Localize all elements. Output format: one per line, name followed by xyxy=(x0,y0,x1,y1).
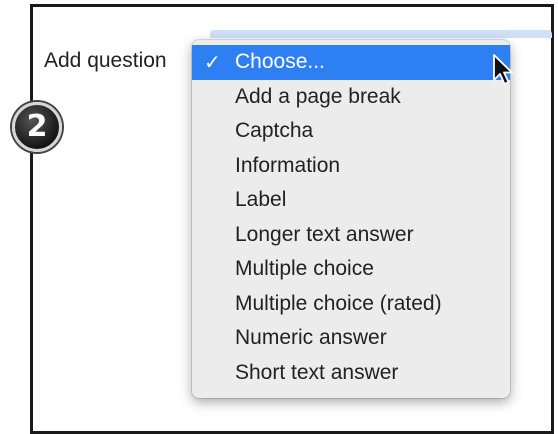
menu-item-captcha[interactable]: Captcha xyxy=(192,114,510,149)
menu-item-information[interactable]: Information xyxy=(192,149,510,184)
add-question-label: Add question xyxy=(44,49,167,72)
menu-item-multiple-choice[interactable]: Multiple choice xyxy=(192,252,510,287)
menu-item-numeric-answer[interactable]: Numeric answer xyxy=(192,321,510,356)
menu-item-label: Numeric answer xyxy=(235,326,387,349)
menu-item-label: Longer text answer xyxy=(235,222,414,246)
menu-item-label: Multiple choice (rated) xyxy=(235,291,442,315)
menu-item-choose[interactable]: ✓ Choose... xyxy=(192,45,510,80)
menu-item-label-option[interactable]: Label xyxy=(192,183,510,218)
menu-item-short-text-answer[interactable]: Short text answer xyxy=(192,356,510,391)
menu-item-label: Captcha xyxy=(235,119,314,142)
checkmark-icon: ✓ xyxy=(204,50,221,74)
menu-item-label: Add a page break xyxy=(235,84,401,108)
mouse-pointer-icon xyxy=(493,54,513,85)
step-number-badge: 2 xyxy=(12,102,62,152)
menu-item-multiple-choice-rated[interactable]: Multiple choice (rated) xyxy=(192,287,510,322)
add-question-select[interactable] xyxy=(210,30,552,38)
menu-item-label: Multiple choice xyxy=(235,257,374,280)
question-type-dropdown-menu: ✓ Choose... Add a page break Captcha Inf… xyxy=(192,40,510,398)
menu-item-label: Label xyxy=(235,188,287,211)
menu-item-label: Choose... xyxy=(235,50,325,73)
menu-item-longer-text-answer[interactable]: Longer text answer xyxy=(192,218,510,253)
menu-item-label: Information xyxy=(235,153,341,177)
menu-item-add-page-break[interactable]: Add a page break xyxy=(192,80,510,115)
menu-item-label: Short text answer xyxy=(235,360,399,384)
